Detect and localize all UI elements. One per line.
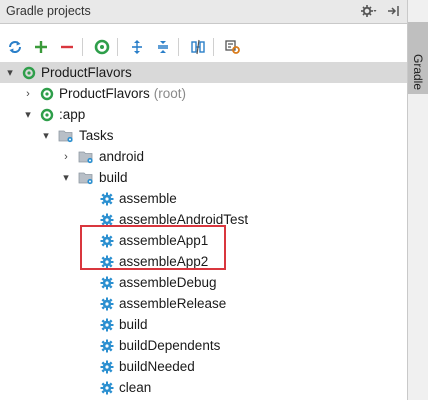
tree-node-root-project[interactable]: › ProductFlavors (root) [22,83,186,104]
toolbar-separator [117,38,118,56]
chevron-down-icon[interactable]: ▾ [22,108,34,121]
tree-node-label: ProductFlavors [59,86,150,101]
tree-node-label: buildNeeded [119,359,195,374]
tree-node-label: assembleRelease [119,296,227,311]
tree-node-label: android [99,149,145,164]
tree-node-label: ProductFlavors [41,65,132,80]
gradle-task-gear-icon [100,276,114,290]
toolbar-separator [178,38,179,56]
task-item[interactable]: clean [82,377,151,398]
tree-node-label: Tasks [79,128,114,143]
refresh-icon[interactable] [4,36,26,58]
remove-icon[interactable] [56,36,78,58]
toggle-offline-mode-icon[interactable] [187,36,209,58]
tree-node-label: build [99,170,128,185]
gradle-project-icon [40,87,54,101]
task-item[interactable]: buildDependents [82,335,220,356]
gradle-task-gear-icon [100,297,114,311]
gradle-projects-panel: Gradle projects ▾ ProductFlavors › Produ… [0,0,407,400]
expand-all-icon[interactable] [126,36,148,58]
gradle-module-icon [40,108,54,122]
task-item[interactable]: build [82,314,148,335]
task-item[interactable]: assemble [82,188,177,209]
toolbar-separator [82,38,83,56]
gradle-settings-icon[interactable] [222,36,244,58]
gradle-task-gear-icon [100,381,114,395]
right-tool-window-bar: Gradle [407,0,428,400]
panel-title-bar: Gradle projects [0,0,407,24]
tree-node-label: assemble [119,191,177,206]
tree-node-label: clean [119,380,152,395]
gradle-side-tab[interactable]: Gradle [408,22,428,94]
collapse-all-icon[interactable] [152,36,174,58]
chevron-right-icon[interactable]: › [22,88,34,100]
execute-task-icon[interactable] [91,36,113,58]
task-item[interactable]: assembleDebug [82,272,217,293]
settings-gear-icon[interactable] [361,4,377,18]
tree-node-android-group[interactable]: › android [60,146,144,167]
gradle-side-tab-label: Gradle [411,54,425,91]
tree-node-root[interactable]: ▾ ProductFlavors [0,62,407,83]
task-item[interactable]: buildNeeded [82,356,195,377]
hide-panel-icon[interactable] [387,4,401,18]
tree-node-tasks-folder[interactable]: ▾ Tasks [40,125,114,146]
tree-node-build-group[interactable]: ▾ build [60,167,128,188]
chevron-down-icon[interactable]: ▾ [40,129,52,142]
gradle-task-gear-icon [100,192,114,206]
gradle-project-icon [22,66,36,80]
tasks-folder-icon [58,129,74,143]
chevron-right-icon[interactable]: › [60,151,72,163]
tree-node-app-module[interactable]: ▾ :app [22,104,85,125]
gradle-task-gear-icon [100,360,114,374]
gradle-toolbar [0,34,407,60]
task-item[interactable]: assembleRelease [82,293,226,314]
tree-node-suffix: (root) [153,86,187,101]
gradle-task-gear-icon [100,318,114,332]
tree-node-label: :app [59,107,86,122]
toolbar-separator [213,38,214,56]
panel-title: Gradle projects [6,4,91,18]
add-icon[interactable] [30,36,52,58]
gradle-task-gear-icon [100,339,114,353]
task-group-folder-icon [78,171,94,185]
highlight-box [80,225,226,270]
chevron-down-icon[interactable]: ▾ [4,66,16,79]
chevron-down-icon[interactable]: ▾ [60,171,72,184]
title-actions [361,4,401,18]
task-group-folder-icon [78,150,94,164]
tree-node-label: assembleDebug [119,275,217,290]
tree-node-label: build [119,317,148,332]
tree-node-label: buildDependents [119,338,221,353]
